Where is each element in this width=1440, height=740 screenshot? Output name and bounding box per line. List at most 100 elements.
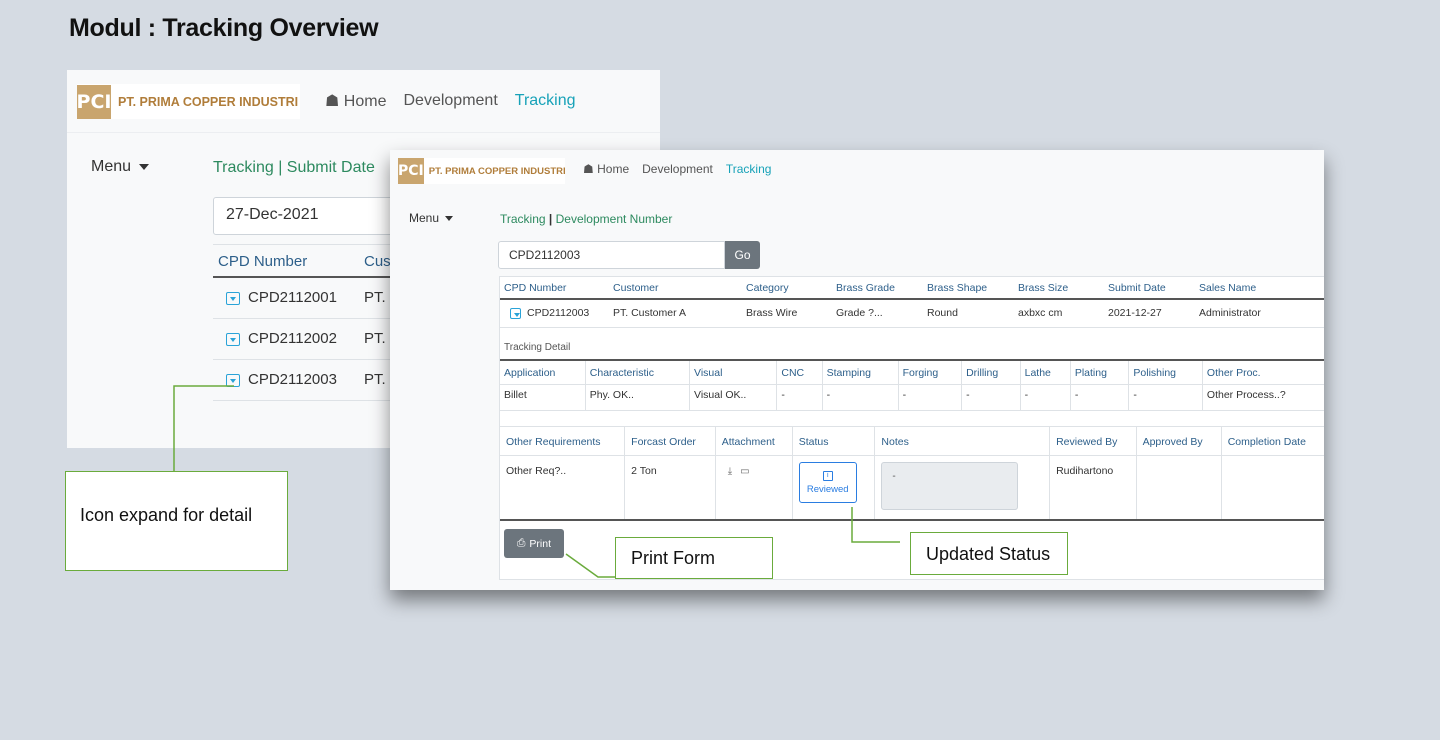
detail-cell: -: [898, 384, 963, 411]
column-header: CNC: [776, 361, 823, 385]
brass-shape-cell: Round: [923, 299, 1014, 328]
nav-development[interactable]: Development: [642, 162, 713, 176]
nav-home-label: Home: [343, 93, 387, 110]
status-label: Reviewed: [806, 483, 849, 495]
table-row: CPD2112003 PT. Customer A Brass Wire Gra…: [500, 299, 1324, 328]
cpd-number: CPD2112002: [248, 330, 337, 347]
expand-icon[interactable]: [226, 373, 240, 387]
column-header: Completion Date: [1221, 426, 1324, 456]
print-button[interactable]: ⎙ Print: [504, 529, 564, 558]
tracking-detail-table: Application Characteristic Visual CNC St…: [500, 361, 1324, 411]
column-header: Notes: [874, 426, 1051, 456]
cpd-number: CPD2112003: [527, 307, 590, 319]
submit-date-input[interactable]: 27-Dec-2021: [213, 197, 413, 235]
column-header: Visual: [689, 361, 778, 385]
detail-cell: -: [1020, 384, 1071, 411]
table-row: CPD2112003 PT. C: [213, 359, 406, 401]
sales-name-cell: Administrator: [1195, 299, 1324, 328]
status-reviewed-button[interactable]: i Reviewed: [798, 462, 857, 503]
column-header: Submit Date: [1104, 277, 1195, 300]
notes-cell: -: [874, 455, 1051, 521]
navbar: PCI PT. PRIMA COPPER INDUSTRI ☗ Home Dev…: [67, 70, 660, 133]
detail-cell: -: [1070, 384, 1130, 411]
category-cell: Brass Wire: [742, 299, 832, 328]
go-button[interactable]: Go: [725, 241, 760, 269]
expand-icon[interactable]: [226, 291, 240, 305]
detail-cell: Billet: [500, 384, 586, 411]
expand-icon[interactable]: [510, 307, 521, 319]
column-header: Reviewed By: [1049, 426, 1137, 456]
pci-logo-icon: PCI: [398, 158, 424, 184]
callout-expand-icon: Icon expand for detail: [65, 471, 288, 571]
forecast-order-cell: 2 Ton: [624, 455, 716, 521]
column-header: Sales Name: [1195, 277, 1324, 300]
cpd-number: CPD2112003: [248, 371, 337, 388]
nav-home[interactable]: ☗ Home: [583, 162, 629, 176]
cpd-search-input[interactable]: CPD2112003: [498, 241, 725, 269]
breadcrumb-tracking[interactable]: Tracking: [500, 212, 546, 226]
info-icon: i: [822, 470, 833, 481]
caret-down-icon: [139, 163, 150, 170]
nav-development[interactable]: Development: [403, 92, 497, 110]
column-header: Forging: [898, 361, 963, 385]
nav-tracking[interactable]: Tracking: [726, 162, 772, 176]
status-cell: i Reviewed: [792, 455, 876, 521]
home-icon: ☗: [325, 93, 340, 110]
column-header: CPD Number: [213, 244, 359, 278]
customer-cell: PT. Customer A: [609, 299, 742, 328]
column-header: Approved By: [1136, 426, 1222, 456]
table-row: Billet Phy. OK.. Visual OK.. - - - - - -…: [500, 384, 1324, 411]
column-header: Brass Shape: [923, 277, 1014, 300]
column-header: Attachment: [715, 426, 793, 456]
detail-cell: -: [1128, 384, 1203, 411]
menu-label: Menu: [409, 211, 440, 225]
submit-date-cell: 2021-12-27: [1104, 299, 1195, 328]
requirements-table: Other Requirements Forcast Order Attachm…: [500, 426, 1324, 521]
column-header: Stamping: [822, 361, 899, 385]
home-icon: ☗: [583, 162, 594, 176]
brand-logo[interactable]: PCI PT. PRIMA COPPER INDUSTRI: [398, 158, 566, 184]
column-header: Brass Grade: [832, 277, 923, 300]
print-label: Print: [529, 537, 551, 550]
column-header: Status: [792, 426, 876, 456]
monitor-icon[interactable]: ▭: [740, 466, 749, 477]
detail-cell: -: [776, 384, 823, 411]
nav-home[interactable]: ☗ Home: [325, 91, 386, 111]
table-row: CPD2112002 PT. C: [213, 318, 406, 360]
development-number-screenshot: PCI PT. PRIMA COPPER INDUSTRI ☗ Home Dev…: [390, 150, 1324, 590]
approved-by-cell: [1136, 455, 1222, 521]
column-header: Drilling: [961, 361, 1021, 385]
cpd-table: CPD Number Cust CPD2112001 PT. C CPD2112…: [213, 244, 406, 401]
breadcrumb: Tracking | Development Number: [500, 212, 672, 226]
detail-cell: Visual OK..: [689, 384, 778, 411]
cpd-number: CPD2112001: [248, 289, 337, 307]
attachment-cell: ⤓ ▭: [715, 455, 793, 521]
notes-textarea[interactable]: -: [881, 462, 1019, 510]
detail-cell: Phy. OK..: [585, 384, 691, 411]
brand-name: PT. PRIMA COPPER INDUSTRI: [118, 94, 299, 109]
detail-cell: -: [961, 384, 1021, 411]
breadcrumb-separator: |: [548, 212, 553, 226]
table-row: Other Req?.. 2 Ton ⤓ ▭ i Reviewed - Rudih…: [500, 455, 1324, 521]
menu-dropdown[interactable]: Menu: [409, 211, 454, 225]
menu-dropdown[interactable]: Menu: [91, 158, 150, 176]
navbar: PCI PT. PRIMA COPPER INDUSTRI ☗ Home Dev…: [390, 150, 1324, 193]
column-header: Other Requirements: [500, 426, 626, 456]
brass-grade-cell: Grade ?...: [832, 299, 923, 328]
breadcrumb: Tracking | Submit Date: [213, 159, 375, 176]
menu-label: Menu: [91, 158, 132, 175]
download-icon[interactable]: ⤓: [728, 466, 732, 477]
column-header: Forcast Order: [624, 426, 716, 456]
detail-cell: -: [822, 384, 899, 411]
callout-updated-status: Updated Status: [910, 532, 1068, 575]
tracking-detail-label: Tracking Detail: [500, 328, 1324, 361]
brand-logo[interactable]: PCI PT. PRIMA COPPER INDUSTRI: [77, 84, 300, 119]
expand-icon[interactable]: [226, 332, 240, 346]
column-header: Lathe: [1020, 361, 1071, 385]
column-header: Polishing: [1128, 361, 1203, 385]
nav-tracking[interactable]: Tracking: [515, 92, 576, 110]
reviewed-by-cell: Rudihartono: [1049, 455, 1137, 521]
cpd-detail-table: CPD Number Customer Category Brass Grade…: [500, 277, 1324, 328]
brass-size-cell: axbxc cm: [1014, 299, 1104, 328]
column-header: Plating: [1070, 361, 1130, 385]
